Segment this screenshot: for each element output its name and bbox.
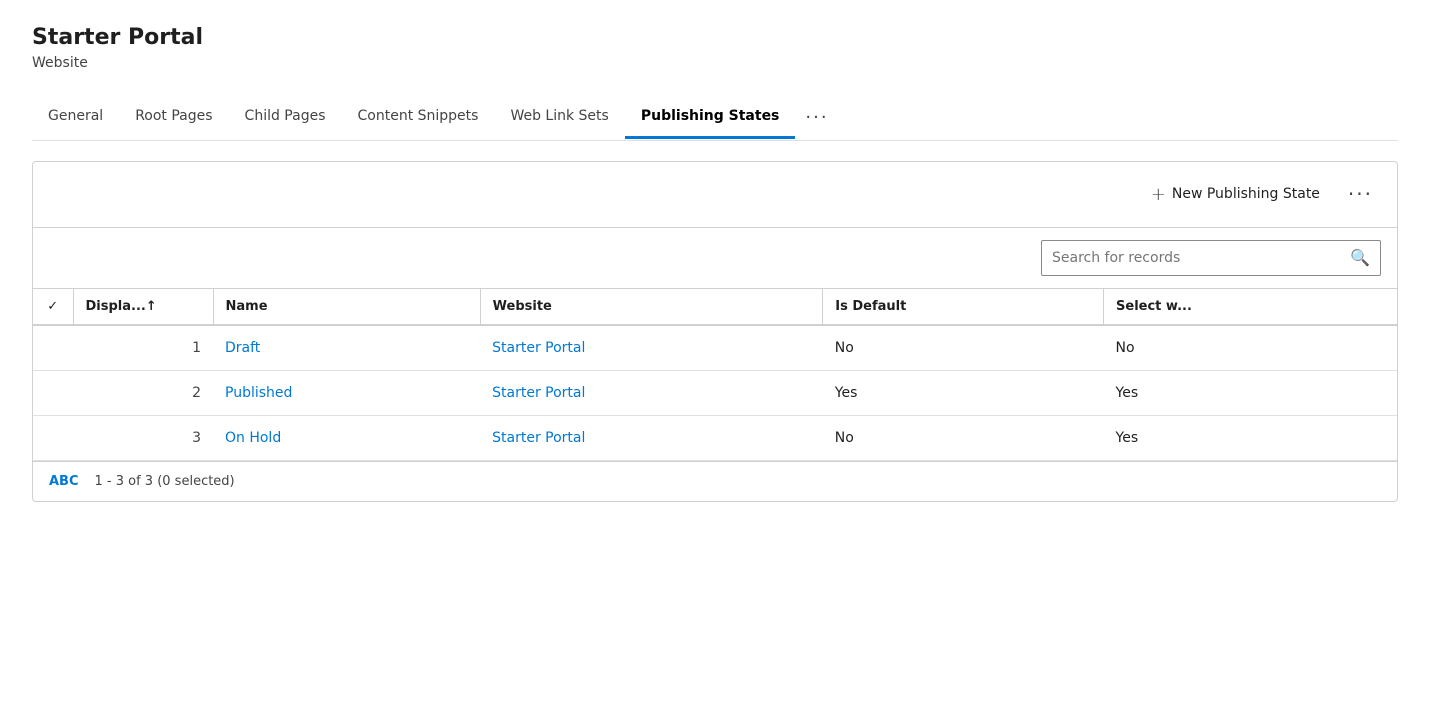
col-header-name[interactable]: Name [213,288,480,325]
record-name-link[interactable]: On Hold [225,430,281,446]
row-display-order: 1 [73,325,213,371]
page-subtitle: Website [32,55,1398,71]
record-website-link[interactable]: Starter Portal [492,340,585,356]
abc-filter[interactable]: ABC [49,474,79,489]
record-name-link[interactable]: Draft [225,340,260,356]
row-select-w: Yes [1104,415,1397,460]
row-is-default: No [823,415,1104,460]
select-w-col-label: Select w... [1116,299,1192,314]
search-box: 🔍 [1041,240,1381,276]
col-header-display[interactable]: Displa...↑ [73,288,213,325]
display-col-label: Displa...↑ [86,299,157,314]
row-name: On Hold [213,415,480,460]
row-is-default: Yes [823,370,1104,415]
row-select-w: Yes [1104,370,1397,415]
row-website: Starter Portal [480,370,823,415]
row-checkbox[interactable] [33,415,73,460]
grid-header-row: ✓ Displa...↑ Name Website Is Default Sel… [33,288,1397,325]
row-website: Starter Portal [480,415,823,460]
col-header-check[interactable]: ✓ [33,288,73,325]
tabs-nav: General Root Pages Child Pages Content S… [32,95,1398,141]
page-header: Starter Portal Website [32,24,1398,71]
row-checkbox[interactable] [33,370,73,415]
tab-web-link-sets[interactable]: Web Link Sets [494,96,624,139]
tab-more-button[interactable]: ··· [795,95,838,140]
tab-general[interactable]: General [32,96,119,139]
grid-toolbar: + New Publishing State ··· [33,178,1397,227]
grid-footer: ABC 1 - 3 of 3 (0 selected) [33,461,1397,501]
record-website-link[interactable]: Starter Portal [492,430,585,446]
row-checkbox[interactable] [33,325,73,371]
record-count: 1 - 3 of 3 (0 selected) [95,474,235,489]
table-row: 3 On Hold Starter Portal No Yes [33,415,1397,460]
is-default-col-label: Is Default [835,299,906,314]
publishing-states-grid: ✓ Displa...↑ Name Website Is Default Sel… [33,288,1397,461]
toolbar-more-button[interactable]: ··· [1340,180,1381,208]
record-name-link[interactable]: Published [225,385,292,401]
plus-icon: + [1151,184,1166,205]
content-area: + New Publishing State ··· 🔍 ✓ Displa...… [32,161,1398,502]
search-row: 🔍 [33,240,1397,288]
row-display-order: 2 [73,370,213,415]
row-name: Published [213,370,480,415]
search-icon: 🔍 [1350,248,1370,267]
search-input[interactable] [1052,250,1342,266]
col-header-select-w[interactable]: Select w... [1104,288,1397,325]
row-display-order: 3 [73,415,213,460]
record-website-link[interactable]: Starter Portal [492,385,585,401]
new-publishing-state-button[interactable]: + New Publishing State [1143,178,1328,211]
tab-child-pages[interactable]: Child Pages [229,96,342,139]
tab-content-snippets[interactable]: Content Snippets [342,96,495,139]
col-header-is-default[interactable]: Is Default [823,288,1104,325]
website-col-label: Website [493,299,552,314]
check-icon: ✓ [47,299,58,314]
row-name: Draft [213,325,480,371]
table-row: 2 Published Starter Portal Yes Yes [33,370,1397,415]
new-button-label: New Publishing State [1172,186,1320,202]
row-is-default: No [823,325,1104,371]
row-select-w: No [1104,325,1397,371]
name-col-label: Name [226,299,268,314]
row-website: Starter Portal [480,325,823,371]
page-title: Starter Portal [32,24,1398,53]
tab-root-pages[interactable]: Root Pages [119,96,228,139]
col-header-website[interactable]: Website [480,288,823,325]
toolbar-separator [33,227,1397,228]
tab-publishing-states[interactable]: Publishing States [625,96,796,139]
table-row: 1 Draft Starter Portal No No [33,325,1397,371]
